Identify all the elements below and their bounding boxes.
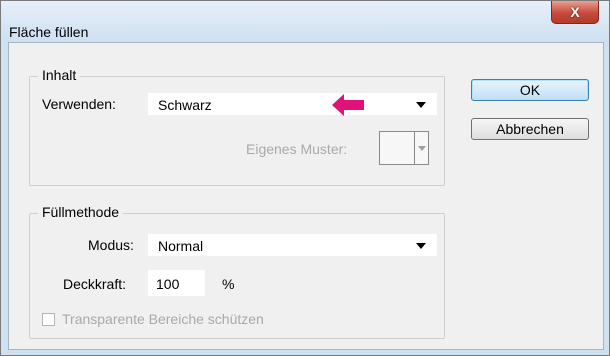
blend-group: Füllmethode Modus: Normal Deckkraft: 100… <box>29 204 445 339</box>
cancel-button[interactable]: Abbrechen <box>471 118 589 140</box>
opacity-input[interactable]: 100 <box>148 270 205 296</box>
custom-pattern-picker[interactable] <box>379 131 429 165</box>
chevron-down-icon <box>416 102 426 108</box>
close-icon: X <box>570 4 580 20</box>
title-bar: Fläche füllen X <box>1 1 609 41</box>
opacity-value: 100 <box>156 276 180 292</box>
blend-group-legend: Füllmethode <box>38 204 124 220</box>
content-group: Inhalt Verwenden: Schwarz Eigenes Muster… <box>29 67 445 186</box>
opacity-unit: % <box>222 276 235 292</box>
mode-label: Modus: <box>88 237 134 253</box>
pattern-picker-divider <box>414 132 415 164</box>
dialog-title: Fläche füllen <box>9 24 89 40</box>
cancel-button-label: Abbrechen <box>496 121 564 137</box>
opacity-label: Deckkraft: <box>63 276 127 292</box>
preserve-transparency-checkbox[interactable] <box>42 313 55 326</box>
dialog-body: Inhalt Verwenden: Schwarz Eigenes Muster… <box>8 42 604 350</box>
close-button[interactable]: X <box>551 1 599 24</box>
use-label: Verwenden: <box>42 96 116 112</box>
ok-button-label: OK <box>519 82 541 98</box>
dialog-window: Fläche füllen X Inhalt Verwenden: Schwar… <box>0 0 610 356</box>
mode-dropdown[interactable]: Normal <box>148 234 437 256</box>
preserve-transparency-label: Transparente Bereiche schützen <box>62 311 264 327</box>
ok-button[interactable]: OK <box>471 79 589 101</box>
annotation-arrow-icon <box>332 94 364 116</box>
mode-dropdown-value: Normal <box>158 238 204 254</box>
use-dropdown-value: Schwarz <box>158 97 212 113</box>
chevron-down-icon <box>416 243 426 249</box>
custom-pattern-label: Eigenes Muster: <box>246 141 348 157</box>
chevron-down-icon <box>418 146 426 151</box>
use-dropdown[interactable]: Schwarz <box>148 93 437 115</box>
content-group-legend: Inhalt <box>38 67 81 83</box>
